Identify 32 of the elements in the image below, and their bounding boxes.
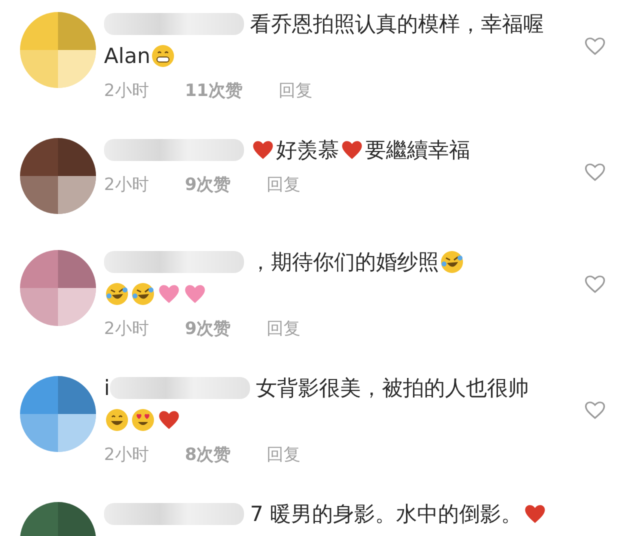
heart-eyes-face-icon [131,408,155,432]
likes-count[interactable]: 9次赞 [184,316,231,340]
comment-text: 7 暖男的身影。水中的倒影。 [250,501,522,528]
likes-count[interactable]: 8次赞 [184,442,231,466]
likes-count[interactable]: 11次赞 [184,78,242,102]
smiling-face-icon [105,408,129,432]
comment-text: i [104,376,110,400]
laughing-face-icon [131,282,155,306]
comment-text: 女背影很美，被拍的人也很帅 [256,375,529,402]
likes-count[interactable]: 9次赞 [184,172,231,196]
comment-time: 2小时 [104,318,149,340]
comment-time: 2小时 [104,174,149,196]
heart-icon [251,138,275,162]
comment-text: 好羡慕 [276,137,339,164]
heart-icon [157,408,181,432]
comment-text: Alan [104,44,150,68]
heart-icon [183,282,207,306]
reply-link[interactable]: 回复 [278,78,312,102]
reply-link[interactable]: 回复 [266,442,301,466]
laughing-face-icon [440,250,464,274]
comment-text: ，期待你们的婚纱照 [250,249,439,276]
reply-link[interactable]: 回复 [266,172,301,196]
laughing-face-icon [105,282,129,306]
grinning-face-icon [151,44,176,68]
heart-icon [340,138,364,162]
comment-text: 要繼續幸福 [365,137,470,164]
comment-time: 2小时 [104,80,149,102]
heart-icon [523,502,548,526]
reply-link[interactable]: 回复 [266,316,301,340]
heart-icon [157,282,181,306]
comment-time: 2小时 [104,444,149,466]
comment-text: 看乔恩拍照认真的模样，幸福喔 [250,11,544,38]
